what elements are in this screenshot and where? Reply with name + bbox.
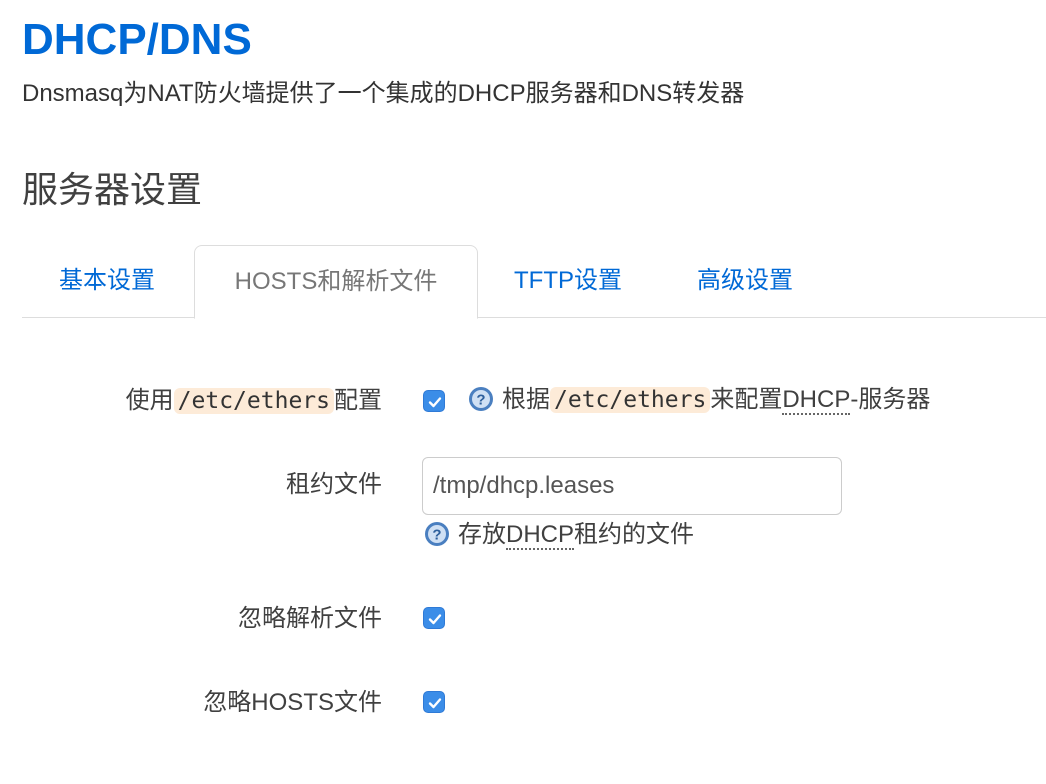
tab-bar: 基本设置 HOSTS和解析文件 TFTP设置 高级设置 xyxy=(22,245,1046,319)
dhcp-abbr: DHCP xyxy=(506,521,575,550)
help-text-suffix: -服务器 xyxy=(850,386,931,413)
svg-text:?: ? xyxy=(476,392,485,409)
tab-advanced-settings[interactable]: 高级设置 xyxy=(693,245,797,317)
use-ethers-label-prefix: 使用 xyxy=(125,387,174,414)
tab-basic-settings[interactable]: 基本设置 xyxy=(55,245,159,317)
use-ethers-checkbox[interactable] xyxy=(423,390,445,412)
use-ethers-label-suffix: 配置 xyxy=(334,387,382,414)
tab-hosts-resolv-files[interactable]: HOSTS和解析文件 xyxy=(194,245,478,319)
lease-file-label: 租约文件 xyxy=(286,471,382,498)
page-description: Dnsmasq为NAT防火墙提供了一个集成的DHCP服务器和DNS转发器 xyxy=(22,80,745,107)
lease-file-input[interactable] xyxy=(422,457,842,515)
lease-file-help: ? 存放DHCP租约的文件 xyxy=(424,518,694,552)
help-text-code: /etc/ethers xyxy=(550,387,711,413)
ignore-resolv-label: 忽略解析文件 xyxy=(238,605,382,632)
ignore-hosts-checkbox[interactable] xyxy=(423,691,445,713)
help-text-prefix: 根据 xyxy=(502,386,550,413)
tab-tftp-settings[interactable]: TFTP设置 xyxy=(511,245,625,317)
use-ethers-label-code: /etc/ethers xyxy=(173,388,334,414)
dhcp-abbr: DHCP xyxy=(782,386,851,415)
section-title: 服务器设置 xyxy=(22,169,203,210)
svg-text:?: ? xyxy=(432,527,441,544)
lease-help-suffix: 租约的文件 xyxy=(574,521,695,548)
help-icon: ? xyxy=(469,387,493,411)
help-icon: ? xyxy=(425,522,449,546)
page-title: DHCP/DNS xyxy=(22,15,252,64)
checkmark-icon xyxy=(428,397,442,408)
checkmark-icon xyxy=(428,698,442,709)
use-ethers-help: ? 根据/etc/ethers 来配置DHCP-服务器 xyxy=(468,383,930,417)
ignore-resolv-checkbox[interactable] xyxy=(423,607,445,629)
lease-help-prefix: 存放 xyxy=(458,521,506,548)
help-text-middle: 来配置 xyxy=(710,386,783,413)
checkmark-icon xyxy=(428,614,442,625)
ignore-hosts-label: 忽略HOSTS文件 xyxy=(203,689,382,716)
use-ethers-label: 使用/etc/ethers 配置 xyxy=(126,384,382,418)
